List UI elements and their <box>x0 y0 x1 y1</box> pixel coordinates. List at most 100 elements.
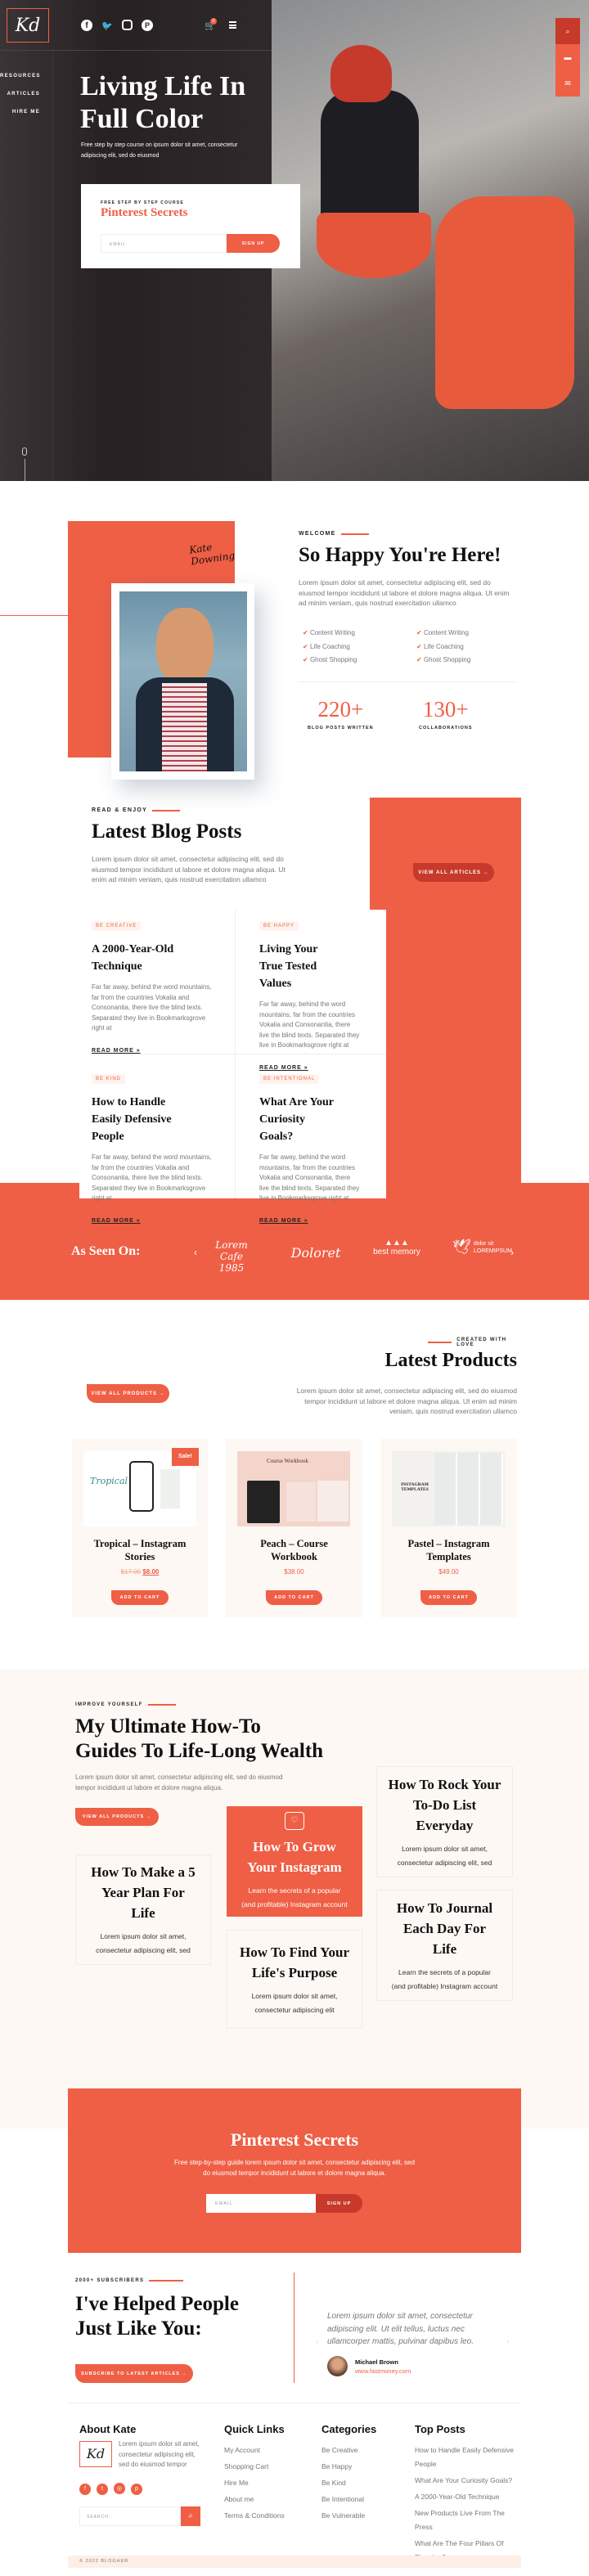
product-image[interactable]: INSTAGRAM TEMPLATES <box>392 1451 505 1526</box>
welcome-kicker: WELCOME <box>299 531 369 537</box>
footer-search-input[interactable]: SEARCH... <box>79 2506 181 2526</box>
read-more-link[interactable]: READ MORE » <box>259 1218 366 1224</box>
instagram-icon[interactable]: ◎ <box>114 2483 125 2494</box>
store-icon[interactable]: ▬ <box>555 44 580 70</box>
mail-icon[interactable]: ✉ <box>555 70 580 97</box>
scroll-mouse-icon[interactable] <box>22 447 27 456</box>
guides-view-all-button[interactable]: VIEW ALL PRODUCTS → <box>75 1808 159 1826</box>
product-title[interactable]: Peach – Course Workbook <box>250 1537 338 1563</box>
blog-post-card[interactable]: BE HAPPY Living Your True Tested Values … <box>259 916 366 1071</box>
product-card[interactable]: Tropical Sale! Tropical – Instagram Stor… <box>72 1439 208 1617</box>
view-all-products-button[interactable]: VIEW ALL PRODUCTS → <box>87 1384 169 1403</box>
footer-link[interactable]: Be Intentional <box>321 2493 376 2506</box>
guide-card[interactable]: How To Find Your Life's Purpose Lorem ips… <box>227 1930 362 2029</box>
post-tag[interactable]: BE INTENTIONAL <box>259 1074 320 1084</box>
mountain-icon: ▲▲▲ <box>384 1239 409 1248</box>
footer-link[interactable]: Shopping Cart <box>224 2460 285 2474</box>
welcome-accent-line <box>0 615 68 616</box>
blog-kicker: READ & ENJOY <box>92 807 181 813</box>
post-tag[interactable]: BE CREATIVE <box>92 921 142 931</box>
footer-link[interactable]: Be Vulnerable <box>321 2509 376 2523</box>
post-tag[interactable]: BE KIND <box>92 1074 126 1084</box>
product-card[interactable]: INSTAGRAM TEMPLATES Pastel – Instagram T… <box>380 1439 517 1617</box>
portrait-photo <box>119 591 247 771</box>
nav-resources[interactable]: RESOURCES <box>0 74 40 92</box>
carousel-prev-arrow[interactable]: ‹ <box>194 1247 197 1258</box>
hero-person-helmet <box>330 45 392 102</box>
guide-card[interactable]: How To Journal Each Day For Life Learn th… <box>376 1890 513 2001</box>
add-to-cart-button[interactable]: ADD TO CART <box>266 1590 322 1605</box>
facebook-icon[interactable]: f <box>79 2483 91 2495</box>
twitter-icon[interactable]: 🐦 <box>101 20 113 31</box>
cart-button[interactable]: 🛒 0 <box>205 18 217 31</box>
check-icon: ✔ <box>416 629 424 636</box>
add-to-cart-button[interactable]: ADD TO CART <box>111 1590 169 1605</box>
add-to-cart-button[interactable]: ADD TO CART <box>420 1590 477 1605</box>
search-icon[interactable]: ⌕ <box>555 18 580 44</box>
guide-card[interactable]: How To Rock Your To-Do List Everyday Lore… <box>376 1766 513 1877</box>
welcome-title: So Happy You're Here! <box>299 544 501 566</box>
read-more-link[interactable]: READ MORE » <box>92 1218 223 1224</box>
footer-link[interactable]: Be Kind <box>321 2476 376 2490</box>
optin-banner-text: Free step-by-step guide lorem ipsum dolo… <box>174 2159 415 2177</box>
optin-title: Pinterest Secrets <box>101 206 188 219</box>
welcome-divider <box>299 681 516 682</box>
post-title[interactable]: How to Handle Easily Defensive People <box>92 1094 194 1145</box>
testimonial-prev-arrow[interactable]: ‹ <box>316 2337 318 2346</box>
social-links: f 🐦 P <box>81 20 153 31</box>
footer-link[interactable]: What Are Your Curiosity Goals? <box>415 2474 517 2488</box>
facebook-icon[interactable]: f <box>81 20 92 31</box>
email-input[interactable]: EMAIL <box>101 234 227 253</box>
blog-post-card[interactable]: BE INTENTIONAL What Are Your Curiosity G… <box>259 1069 366 1224</box>
guide-card-featured[interactable]: ♡ How To Grow Your Instagram Learn the se… <box>227 1806 362 1917</box>
post-title[interactable]: What Are Your Curiosity Goals? <box>259 1094 341 1145</box>
footer-link[interactable]: Terms & Conditions <box>224 2509 285 2523</box>
guide-card[interactable]: How To Make a 5 Year Plan For Life Lorem … <box>75 1854 211 1965</box>
nav-hire-me[interactable]: HIRE ME <box>0 110 40 128</box>
blog-post-card[interactable]: BE KIND How to Handle Easily Defensive P… <box>92 1069 223 1224</box>
product-image[interactable]: Course Workbook <box>237 1451 350 1526</box>
header-divider <box>0 50 272 51</box>
twitter-icon[interactable]: t <box>97 2483 108 2495</box>
footer-link[interactable]: A 2000-Year-Old Technique <box>415 2490 517 2504</box>
post-title[interactable]: Living Your True Tested Values <box>259 941 341 992</box>
footer-logo[interactable]: Kd <box>79 2441 112 2467</box>
footer-link[interactable]: New Products Live From The Press <box>415 2506 517 2534</box>
product-title[interactable]: Tropical – Instagram Stories <box>88 1537 191 1563</box>
logo[interactable]: Kd <box>7 8 49 43</box>
footer-search-button[interactable]: ⌕ <box>181 2506 200 2526</box>
sign-up-button[interactable]: SIGN UP <box>227 234 280 253</box>
side-nav: RESOURCES ARTICLES HIRE ME <box>0 74 40 128</box>
menu-icon[interactable] <box>229 21 236 29</box>
read-more-link[interactable]: READ MORE » <box>92 1048 223 1054</box>
pinterest-icon[interactable]: P <box>142 20 153 31</box>
testimonial-next-arrow[interactable]: › <box>506 2337 509 2346</box>
hero-person-jacket <box>321 90 419 221</box>
optin-email-input[interactable]: EMAIL <box>206 2194 316 2213</box>
view-all-articles-button[interactable]: VIEW ALL ARTICLES → <box>413 863 494 882</box>
optin-sign-up-button[interactable]: SIGN UP <box>316 2194 362 2213</box>
footer-link[interactable]: Be Creative <box>321 2443 376 2457</box>
footer-link[interactable]: About me <box>224 2493 285 2506</box>
blog-post-card[interactable]: BE CREATIVE A 2000-Year-Old Technique Fa… <box>92 916 223 1054</box>
footer-link[interactable]: My Account <box>224 2443 285 2457</box>
blog-title: Latest Blog Posts <box>92 820 242 843</box>
footer-link[interactable]: Be Happy <box>321 2460 376 2474</box>
hero-title: Living Life In Full Color <box>80 71 246 134</box>
subscribe-button[interactable]: SUBSCRIBE TO LATEST ARTICLES → <box>75 2364 193 2383</box>
cart-count-badge: 0 <box>210 18 217 25</box>
product-card[interactable]: Course Workbook Peach – Course Workbook … <box>226 1439 362 1617</box>
testimonial-quote: Lorem ipsum dolor sit amet, consectetur … <box>327 2312 474 2346</box>
footer-link[interactable]: Hire Me <box>224 2476 285 2490</box>
author-site-link[interactable]: www.fastmoney.com <box>355 2367 411 2375</box>
footer-link[interactable]: How to Handle Easily Defensive People <box>415 2443 517 2471</box>
post-tag[interactable]: BE HAPPY <box>259 921 299 931</box>
nav-articles[interactable]: ARTICLES <box>0 92 40 110</box>
instagram-icon[interactable] <box>122 20 133 30</box>
post-title[interactable]: A 2000-Year-Old Technique <box>92 941 182 975</box>
product-title[interactable]: Pastel – Instagram Templates <box>401 1537 497 1563</box>
products-title: Latest Products <box>384 1350 517 1371</box>
pinterest-icon[interactable]: p <box>131 2483 142 2495</box>
press-logo: ▲▲▲ best memory <box>370 1239 424 1257</box>
products-text: Lorem ipsum dolor sit amet, consectetur … <box>296 1387 517 1415</box>
